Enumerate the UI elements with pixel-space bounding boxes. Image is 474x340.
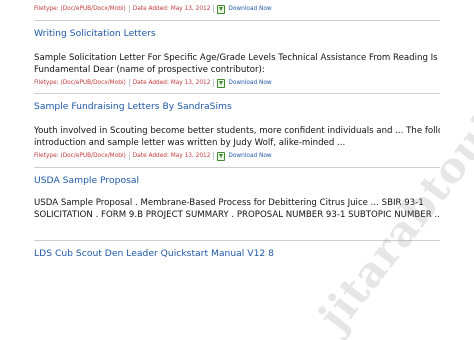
download-link[interactable]: Download Now [217,78,272,88]
list-item: Writing Solicitation Letters Sample Soli… [34,28,440,90]
download-icon [217,151,226,161]
entry-meta: Filetype: (Doc/ePUB/Docx/Mobi) Date Adde… [34,77,272,89]
meta-separator [128,152,130,160]
filetype-label: Filetype: (Doc/ePUB/Docx/Mobi) [34,6,126,12]
meta-separator [213,5,215,13]
entry-title-link[interactable]: Writing Solicitation Letters [34,28,156,39]
entry-meta: Filetype: (Doc/ePUB/Docx/Mobi) Date Adde… [34,150,272,162]
list-item: Sample Fundraising Letters By SandraSims… [34,101,440,163]
entry-title-link[interactable]: LDS Cub Scout Den Leader Quickstart Manu… [34,248,274,259]
meta-separator [128,5,130,13]
date-added-label: Date Added: May 13, 2012 [132,153,211,159]
date-added-label: Date Added: May 13, 2012 [132,6,211,12]
list-item: LDS Cub Scout Den Leader Quickstart Manu… [34,248,440,266]
filetype-label: Filetype: (Doc/ePUB/Docx/Mobi) [34,153,126,159]
meta-separator [213,152,215,160]
entry-description-line: USDA Sample Proposal . Membrane-Based Pr… [34,198,424,208]
entry-description-line: Fundamental Dear (name of prospective co… [34,65,265,75]
entry-description-line: Sample Solicitation Letter For Specific … [34,53,438,63]
entry-description-line: Youth involved in Scouting become better… [34,126,440,136]
document-listing: Filetype: (Doc/ePUB/Docx/Mobi) Date Adde… [0,0,474,340]
divider [34,240,440,241]
divider [34,93,440,94]
download-label: Download Now [228,80,272,86]
download-icon [217,4,226,14]
date-added-label: Date Added: May 13, 2012 [132,80,211,86]
list-item: USDA Sample Proposal USDA Sample Proposa… [34,175,440,227]
download-icon [217,78,226,88]
divider [34,167,440,168]
filetype-label: Filetype: (Doc/ePUB/Docx/Mobi) [34,80,126,86]
meta-separator [128,79,130,87]
download-label: Download Now [228,6,272,12]
entry-meta: Filetype: (Doc/ePUB/Docx/Mobi) Date Adde… [34,3,272,15]
download-link[interactable]: Download Now [217,4,272,14]
entry-description-line: introduction and sample letter was writt… [34,138,346,148]
entry-title-link[interactable]: USDA Sample Proposal [34,175,139,186]
meta-separator [213,79,215,87]
entry-title-link[interactable]: Sample Fundraising Letters By SandraSims [34,101,232,112]
entry-description-line: SOLICITATION . FORM 9.B PROJECT SUMMARY … [34,210,440,220]
divider [34,20,440,21]
download-link[interactable]: Download Now [217,151,272,161]
download-label: Download Now [228,153,272,159]
